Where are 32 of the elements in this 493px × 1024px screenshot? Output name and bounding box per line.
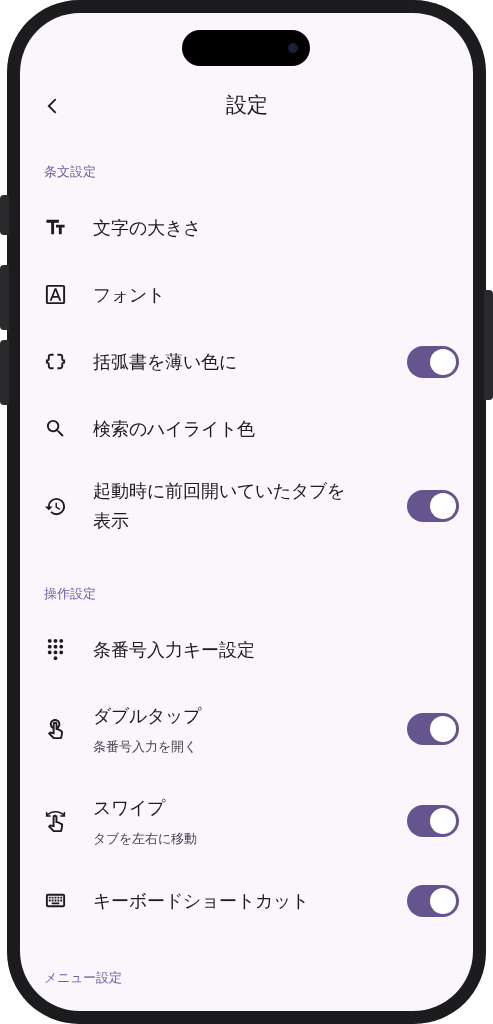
swipe-icon	[44, 809, 67, 833]
section-heading: 条文設定	[44, 163, 96, 182]
row-label: キーボードショートカット	[93, 888, 310, 913]
section-heading: 操作設定	[44, 585, 96, 604]
settings-row[interactable]: ダブルタップ 条番号入力を開く	[20, 683, 473, 775]
settings-row[interactable]: キーボードショートカット	[20, 867, 473, 934]
letter-box-icon	[44, 283, 67, 306]
row-label: スワイプ	[93, 796, 167, 821]
settings-row[interactable]: 文字の大きさ	[20, 194, 473, 261]
settings-row[interactable]: 検索のハイライト色	[20, 395, 473, 462]
camera-icon	[288, 43, 298, 53]
settings-row[interactable]: 条番号入力キー設定	[20, 616, 473, 683]
settings-row[interactable]: 括弧書を薄い色に	[20, 328, 473, 395]
toggle-switch[interactable]	[407, 884, 459, 917]
row-label: 文字の大きさ	[93, 215, 202, 240]
row-label: 検索のハイライト色	[93, 416, 256, 441]
row-label: ダブルタップ	[93, 704, 203, 729]
settings-row[interactable]: フォント	[20, 261, 473, 328]
section-heading: メニュー設定	[44, 969, 122, 988]
toggle-switch[interactable]	[407, 805, 459, 837]
toggle-switch[interactable]	[407, 713, 459, 745]
toggle-switch[interactable]	[407, 345, 459, 378]
row-subtitle: タブを左右に移動	[93, 830, 198, 849]
page-title: 設定	[225, 92, 268, 120]
row-label: 条番号入力キー設定	[93, 637, 256, 662]
row-label: 起動時に前回開いていたタブを表示	[93, 479, 346, 533]
row-label: フォント	[93, 282, 166, 307]
row-label: 括弧書を薄い色に	[93, 349, 238, 374]
settings-row[interactable]: 起動時に前回開いていたタブを表示	[20, 462, 473, 550]
row-subtitle: 条番号入力を開く	[93, 738, 198, 757]
toggle-switch[interactable]	[407, 490, 459, 522]
settings-row[interactable]: スワイプ タブを左右に移動	[20, 775, 473, 867]
